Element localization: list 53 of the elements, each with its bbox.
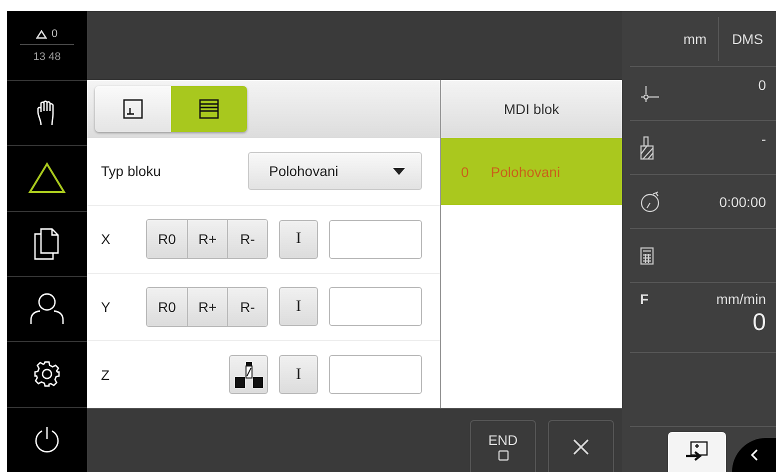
radius-button[interactable]: R0 — [147, 288, 187, 326]
view-toggle[interactable] — [171, 86, 247, 132]
triangle-icon — [28, 162, 66, 194]
unit-button[interactable]: mm — [672, 16, 718, 60]
close-icon — [573, 438, 589, 454]
axis-label: Y — [101, 298, 112, 315]
increment-button[interactable]: I — [279, 287, 318, 326]
radius-button[interactable]: R0 — [147, 220, 187, 258]
value-field[interactable] — [329, 355, 422, 394]
warning-count: 0 — [51, 28, 58, 40]
documents-icon — [34, 228, 60, 260]
axis-label: Z — [101, 366, 111, 383]
feed-unit: mm/min — [716, 291, 766, 307]
feed-label: F — [640, 291, 649, 307]
probe-icon — [232, 360, 264, 390]
radius-button[interactable]: R+ — [187, 288, 227, 326]
feed-value: 0 — [752, 309, 766, 337]
list-icon — [199, 99, 219, 119]
probe-button[interactable] — [229, 355, 268, 394]
unit-button[interactable]: DMS — [718, 16, 776, 60]
datum-icon — [640, 84, 660, 102]
end-button[interactable]: END — [470, 420, 536, 472]
chevron-left-icon — [750, 449, 758, 461]
block-name: Polohovani — [490, 164, 560, 180]
caret-icon — [393, 168, 405, 175]
increment-button[interactable]: I — [279, 220, 318, 259]
info-value: - — [761, 131, 766, 147]
value-field[interactable] — [329, 220, 422, 259]
radius-button[interactable]: R- — [227, 288, 267, 326]
list-header: MDI blok — [441, 80, 622, 138]
transfer-button[interactable] — [668, 432, 726, 472]
clock-time: 13 48 — [33, 51, 61, 63]
power-icon — [34, 426, 60, 454]
info-value: 0:00:00 — [719, 194, 766, 210]
user-icon — [30, 293, 64, 326]
import-icon — [685, 441, 709, 463]
calculator-icon — [640, 246, 654, 264]
value-field[interactable] — [329, 287, 422, 326]
tool-icon — [640, 136, 654, 160]
stopwatch-icon — [640, 190, 660, 212]
view-toggle[interactable] — [95, 86, 171, 132]
radius-button[interactable]: R- — [227, 220, 267, 258]
increment-button[interactable]: I — [279, 355, 318, 394]
axis-label: X — [101, 231, 112, 248]
block-number: 0 — [461, 164, 469, 180]
radius-button[interactable]: R+ — [187, 220, 227, 258]
square-icon — [498, 450, 508, 461]
info-value: 0 — [758, 77, 766, 93]
warning-triangle-icon — [36, 30, 48, 38]
settings-icon — [34, 361, 60, 388]
frame-icon — [123, 99, 143, 119]
block-type-dropdown[interactable]: Polohovani — [248, 152, 422, 190]
block-type-label: Typ bloku — [101, 163, 161, 180]
